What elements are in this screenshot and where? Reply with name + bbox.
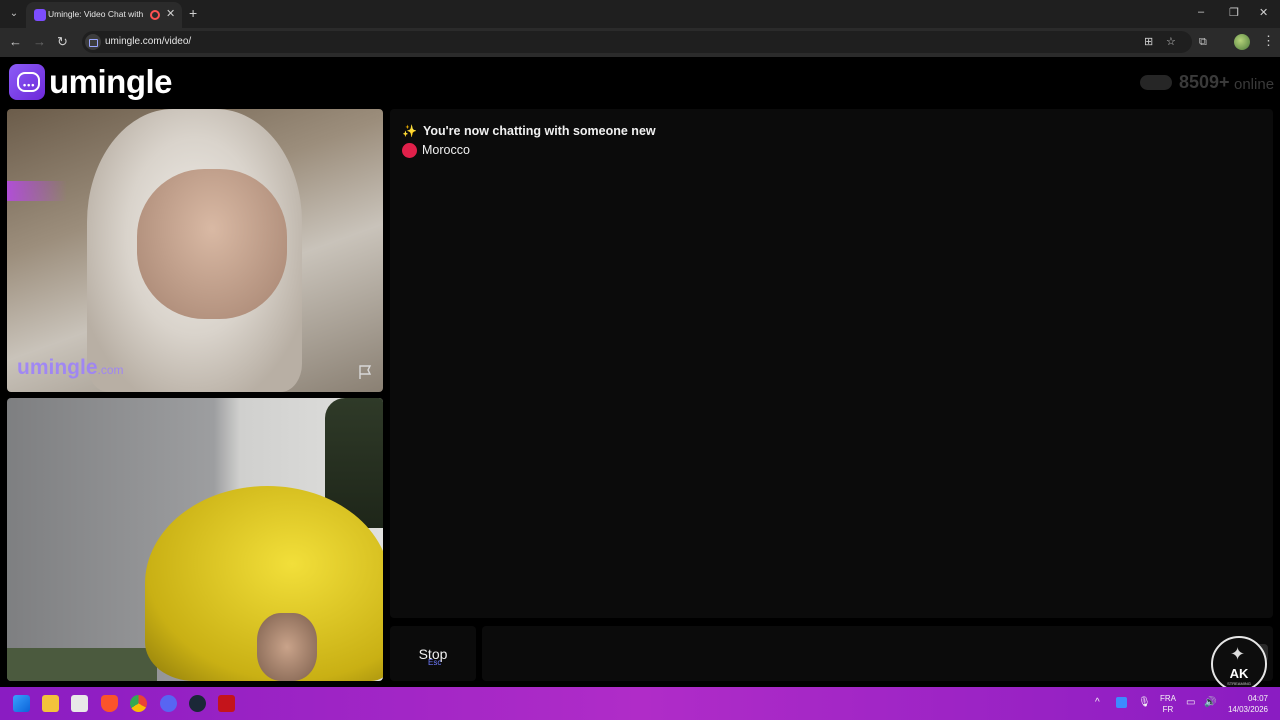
steam-icon[interactable]: [189, 695, 206, 712]
message-input[interactable]: [482, 626, 1273, 681]
report-flag-icon[interactable]: [357, 364, 373, 380]
self-video: [7, 398, 383, 681]
back-button[interactable]: ←: [9, 34, 22, 50]
streamer-logo-overlay: ✦ AK STREAMING: [1211, 636, 1267, 692]
sparkle-icon: ✨: [402, 124, 417, 138]
self-face: [257, 613, 317, 681]
stranger-country: Morocco: [422, 143, 470, 157]
windows-taskbar: ^ 🎙 FRA FR ▭ 🔊 04:07 14/03/2026: [0, 687, 1280, 720]
windows-start-icon[interactable]: [13, 695, 30, 712]
tab-title: Umingle: Video Chat with S: [48, 9, 144, 19]
chat-status-message: You're now chatting with someone new: [423, 124, 656, 138]
new-tab-button[interactable]: +: [189, 5, 197, 21]
stranger-hand: [137, 169, 287, 319]
chrome-icon[interactable]: [130, 695, 147, 712]
background-light: [7, 181, 67, 201]
tray-app-icon[interactable]: [1116, 697, 1127, 708]
microphone-icon[interactable]: 🎙: [1138, 697, 1151, 708]
window-close-button[interactable]: ✕: [1259, 6, 1268, 19]
clock[interactable]: 04:07 14/03/2026: [1224, 693, 1268, 715]
chat-bubble-dots: •••: [23, 80, 36, 90]
brave-icon[interactable]: [101, 695, 118, 712]
stop-button[interactable]: Stop: [390, 626, 476, 681]
stranger-video: umingle.com: [7, 109, 383, 392]
discord-icon[interactable]: [160, 695, 177, 712]
browser-menu-button[interactable]: ⋮: [1262, 33, 1275, 49]
logo-text[interactable]: umingle: [49, 63, 173, 101]
microsoft-store-icon[interactable]: [71, 695, 88, 712]
address-bar[interactable]: umingle.com/video/ ⊞ ☆: [82, 31, 1192, 53]
floor-mat: [7, 648, 157, 681]
network-icon[interactable]: ▭: [1186, 697, 1195, 708]
reload-button[interactable]: ↻: [57, 34, 68, 50]
extensions-icon[interactable]: ⧉: [1199, 36, 1207, 49]
window-maximize-button[interactable]: ❐: [1229, 6, 1239, 19]
adobe-reader-icon[interactable]: [218, 695, 235, 712]
window-minimize-button[interactable]: –: [1198, 6, 1204, 18]
phoenix-icon: ✦: [1230, 644, 1246, 664]
streamer-badge-text: AK: [1229, 666, 1249, 681]
online-count: 8509+: [1179, 72, 1230, 92]
umingle-page: ••• umingle 8509+ online umingle.com ✨ Y…: [0, 57, 1280, 692]
browser-tab[interactable]: Umingle: Video Chat with S ✕: [26, 2, 182, 28]
tab-search-button[interactable]: ⌄: [6, 6, 22, 22]
umingle-favicon-icon: [34, 9, 46, 21]
url-text[interactable]: umingle.com/video/: [105, 36, 191, 47]
streamer-badge-subtext: STREAMING: [1227, 681, 1251, 686]
online-label: online: [1234, 76, 1275, 93]
profile-avatar[interactable]: [1234, 34, 1250, 50]
stop-shortcut-hint: Esc: [428, 658, 442, 667]
volume-icon[interactable]: 🔊: [1204, 697, 1216, 708]
umingle-watermark: umingle.com: [17, 356, 124, 379]
tray-overflow-chevron-icon[interactable]: ^: [1095, 697, 1100, 708]
browser-tab-bar: ⌄ Umingle: Video Chat with S ✕ + – ❐ ✕: [0, 0, 1280, 28]
chat-log: ✨ You're now chatting with someone new M…: [390, 109, 1273, 618]
online-toggle-switch[interactable]: [1140, 75, 1172, 90]
country-flag-icon: [402, 143, 417, 158]
forward-button[interactable]: →: [33, 34, 46, 50]
file-explorer-icon[interactable]: [42, 695, 59, 712]
browser-toolbar: ← → ↻ umingle.com/video/ ⊞ ☆ ⧉ ⋮: [0, 28, 1280, 57]
bookmark-star-icon[interactable]: ☆: [1166, 35, 1176, 48]
recording-indicator-icon: [150, 10, 160, 20]
translate-icon[interactable]: ⊞: [1144, 35, 1153, 48]
umingle-logo-icon[interactable]: •••: [9, 64, 45, 100]
input-language[interactable]: FRA FR: [1160, 693, 1176, 715]
tab-close-button[interactable]: ✕: [166, 7, 175, 20]
site-info-icon[interactable]: [85, 34, 101, 50]
